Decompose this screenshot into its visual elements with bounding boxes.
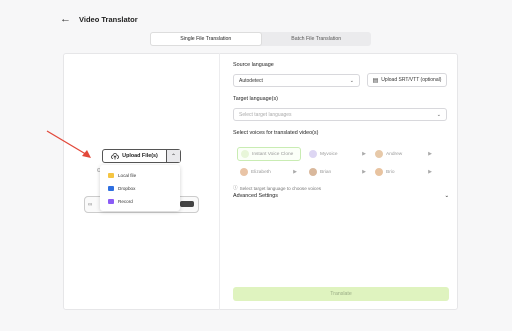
voice-avatar <box>309 150 317 158</box>
drop-zone-toggle <box>180 201 194 207</box>
voice-name: Brian <box>320 169 332 175</box>
voice-name: Instant Voice Clone <box>252 151 294 157</box>
menu-item-label: Dropbox <box>118 186 136 191</box>
upload-srt-button[interactable]: ▤ Upload SRT/VTT (optional) <box>367 73 447 87</box>
source-language-select[interactable]: Autodetect ⌄ <box>233 74 360 87</box>
voice-option-brio[interactable]: Brio ▶ <box>372 165 436 179</box>
voice-option-elizabeth[interactable]: Elizabeth ▶ <box>237 165 301 179</box>
menu-item-record[interactable]: Record <box>100 195 180 208</box>
arrow-left-icon[interactable]: ← <box>60 14 71 25</box>
source-language-value: Autodetect <box>239 77 263 84</box>
upload-files-button[interactable]: Upload File(s) ⌃ <box>102 149 181 163</box>
chevron-down-icon: ⌄ <box>436 111 441 118</box>
tab-single-file[interactable]: Single File Translation <box>150 32 262 46</box>
folder-icon <box>108 173 114 178</box>
voice-avatar <box>241 150 249 158</box>
advanced-settings-toggle[interactable]: Advanced Settings ⌄ <box>233 193 449 199</box>
voice-avatar <box>375 150 383 158</box>
translation-mode-tabs: Single File Translation Batch File Trans… <box>150 32 371 46</box>
record-icon <box>108 199 114 204</box>
menu-item-local-file[interactable]: Local file <box>100 169 180 182</box>
subtitle-file-icon: ▤ <box>372 77 379 84</box>
panel-divider <box>219 53 220 310</box>
voice-name: Andrew <box>386 151 403 157</box>
play-icon[interactable]: ▶ <box>362 169 370 175</box>
target-language-label: Target language(s) <box>233 96 278 102</box>
advanced-settings-label: Advanced Settings <box>233 193 278 199</box>
dropbox-icon <box>108 186 114 191</box>
voice-option-brian[interactable]: Brian ▶ <box>306 165 370 179</box>
voice-option-instant-clone[interactable]: Instant Voice Clone <box>237 147 301 161</box>
target-language-select[interactable]: Select target languages ⌄ <box>233 108 447 121</box>
translate-button[interactable]: Translate <box>233 287 449 301</box>
link-icon: ∞ <box>88 202 93 208</box>
target-language-placeholder: Select target languages <box>239 111 292 118</box>
page-title: Video Translator <box>79 15 138 24</box>
menu-item-label: Record <box>118 199 133 204</box>
upload-source-menu: Local file Dropbox Record <box>100 165 180 211</box>
play-icon[interactable]: ▶ <box>293 169 301 175</box>
tab-batch-file[interactable]: Batch File Translation <box>262 32 372 46</box>
annotation-arrow-icon <box>46 130 91 158</box>
voice-name: Elizabeth <box>251 169 271 175</box>
page-header: ← Video Translator <box>60 14 138 25</box>
voice-name: Brio <box>386 169 395 175</box>
voice-name: Myvoice <box>320 151 338 157</box>
voice-avatar <box>240 168 248 176</box>
voice-avatar <box>309 168 317 176</box>
menu-item-dropbox[interactable]: Dropbox <box>100 182 180 195</box>
voice-avatar <box>375 168 383 176</box>
voice-hint-text: Select target language to choose voices <box>239 185 322 191</box>
chevron-down-icon: ⌄ <box>444 193 449 199</box>
upload-files-main[interactable]: Upload File(s) <box>103 150 166 162</box>
play-icon[interactable]: ▶ <box>428 151 436 157</box>
upload-srt-label: Upload SRT/VTT (optional) <box>381 77 442 83</box>
menu-item-label: Local file <box>118 173 137 178</box>
voices-label: Select voices for translated video(s) <box>233 130 319 136</box>
play-icon[interactable]: ▶ <box>362 151 370 157</box>
upload-cloud-icon <box>111 152 119 159</box>
chevron-down-icon: ⌄ <box>349 77 354 84</box>
upload-button-label: Upload File(s) <box>122 153 158 159</box>
voice-option-andrew[interactable]: Andrew ▶ <box>372 147 436 161</box>
info-icon: ⓘ <box>233 185 238 190</box>
play-icon[interactable]: ▶ <box>428 169 436 175</box>
voice-option-myvoice[interactable]: Myvoice ▶ <box>306 147 370 161</box>
chevron-up-icon[interactable]: ⌃ <box>166 150 180 162</box>
source-language-label: Source language <box>233 62 274 68</box>
voice-hint: ⓘ Select target language to choose voice… <box>233 185 321 191</box>
